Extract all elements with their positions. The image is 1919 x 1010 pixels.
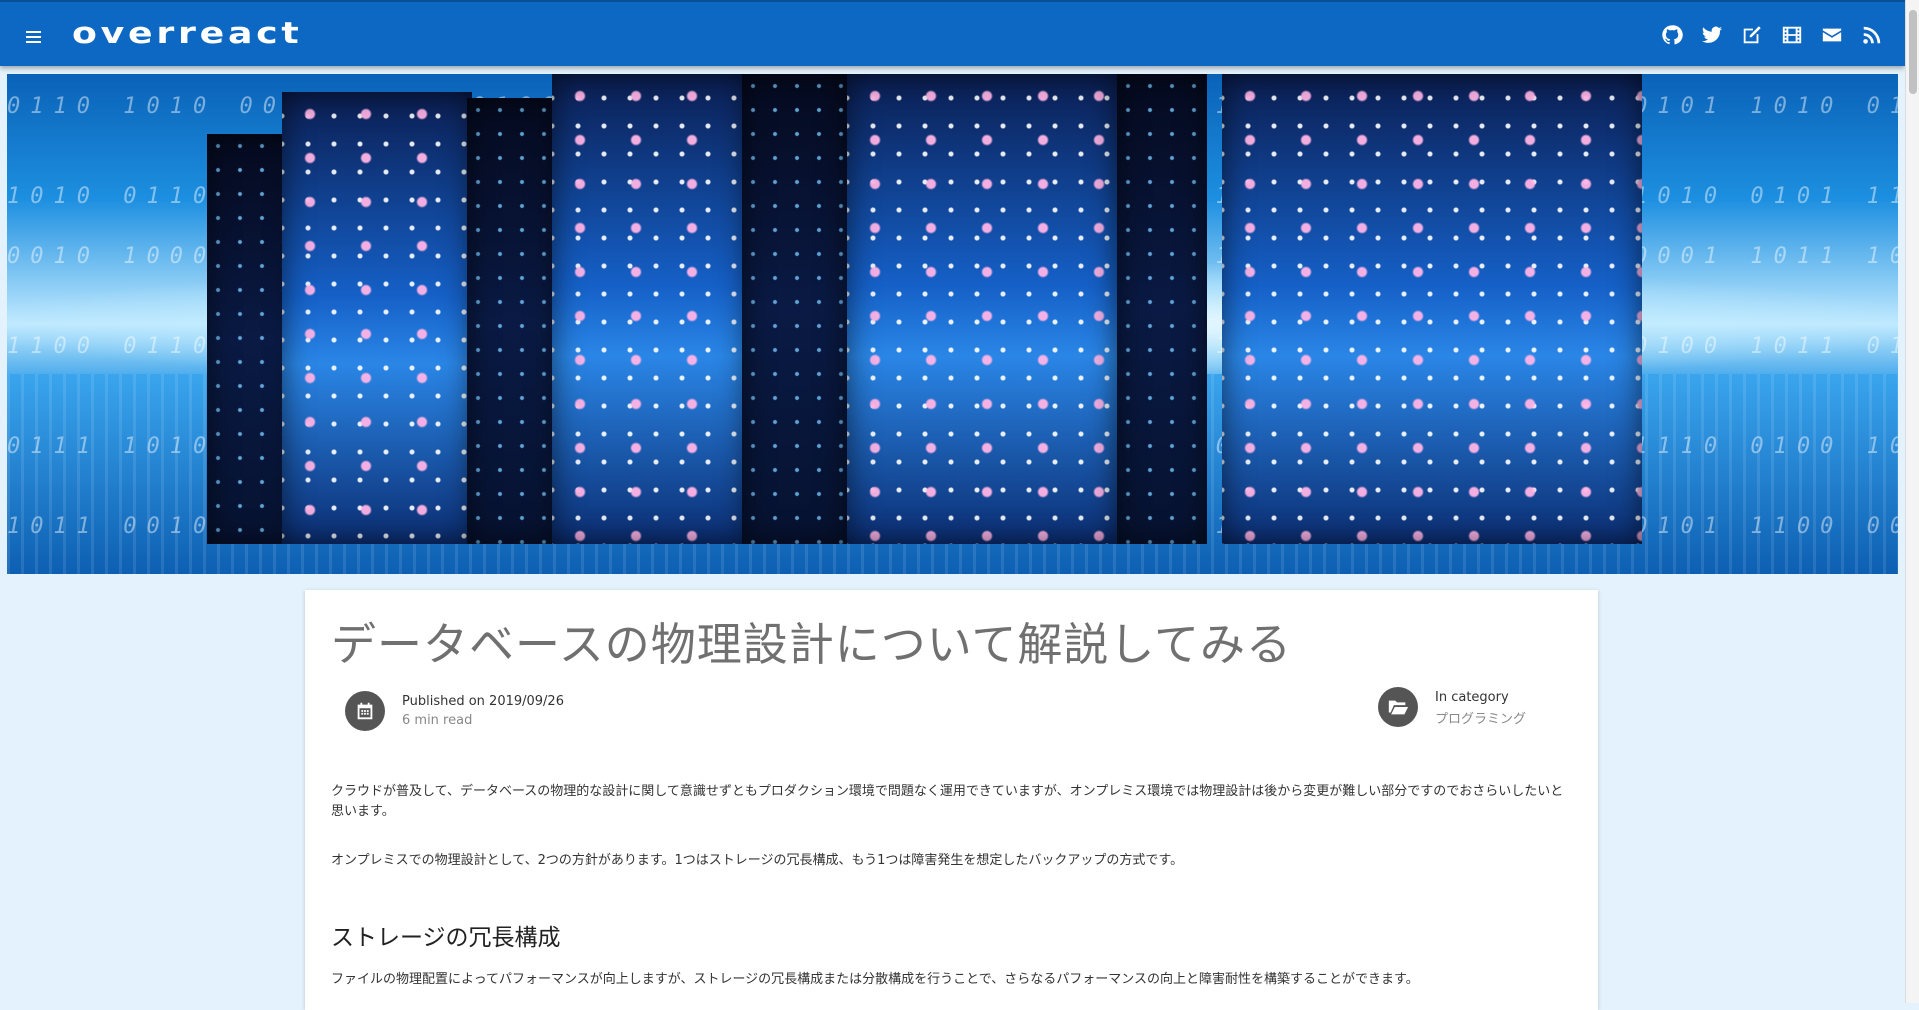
edit-icon[interactable]	[1741, 24, 1763, 46]
site-logo[interactable]: overreact	[72, 16, 302, 50]
twitter-icon[interactable]	[1701, 24, 1723, 46]
category-link[interactable]: プログラミング	[1435, 708, 1526, 727]
calendar-icon	[345, 691, 385, 731]
read-time: 6 min read	[402, 713, 473, 728]
hero-image: 0110 1010 0011 1110 0100 1101 0010 1011 …	[7, 74, 1898, 574]
hamburger-icon	[25, 31, 41, 33]
folder-open-icon	[1378, 687, 1418, 727]
top-app-bar: overreact	[0, 0, 1905, 66]
social-nav	[1661, 24, 1883, 46]
article-paragraph: ファイルの物理配置によってパフォーマンスが向上しますが、ストレージの冗長構成また…	[331, 972, 1419, 987]
article-title: データベースの物理設計について解説してみる	[331, 618, 1293, 671]
menu-button[interactable]	[18, 22, 48, 52]
film-icon[interactable]	[1781, 24, 1803, 46]
page-scrollbar[interactable]	[1905, 0, 1919, 1003]
article-paragraph: オンプレミスでの物理設計として、2つの方針があります。1つはストレージの冗長構成…	[331, 853, 1184, 868]
section-heading: ストレージの冗長構成	[331, 925, 561, 951]
envelope-icon[interactable]	[1821, 24, 1843, 46]
published-date: Published on 2019/09/26	[402, 694, 564, 709]
scrollbar-thumb[interactable]	[1909, 10, 1917, 94]
article-paragraph: クラウドが普及して、データベースの物理的な設計に関して意識せずともプロダクション…	[331, 784, 1564, 819]
article-card: データベースの物理設計について解説してみる Published on 2019/…	[305, 590, 1598, 1010]
rss-icon[interactable]	[1861, 24, 1883, 46]
github-icon[interactable]	[1661, 24, 1683, 46]
category-label: In category	[1435, 690, 1509, 705]
